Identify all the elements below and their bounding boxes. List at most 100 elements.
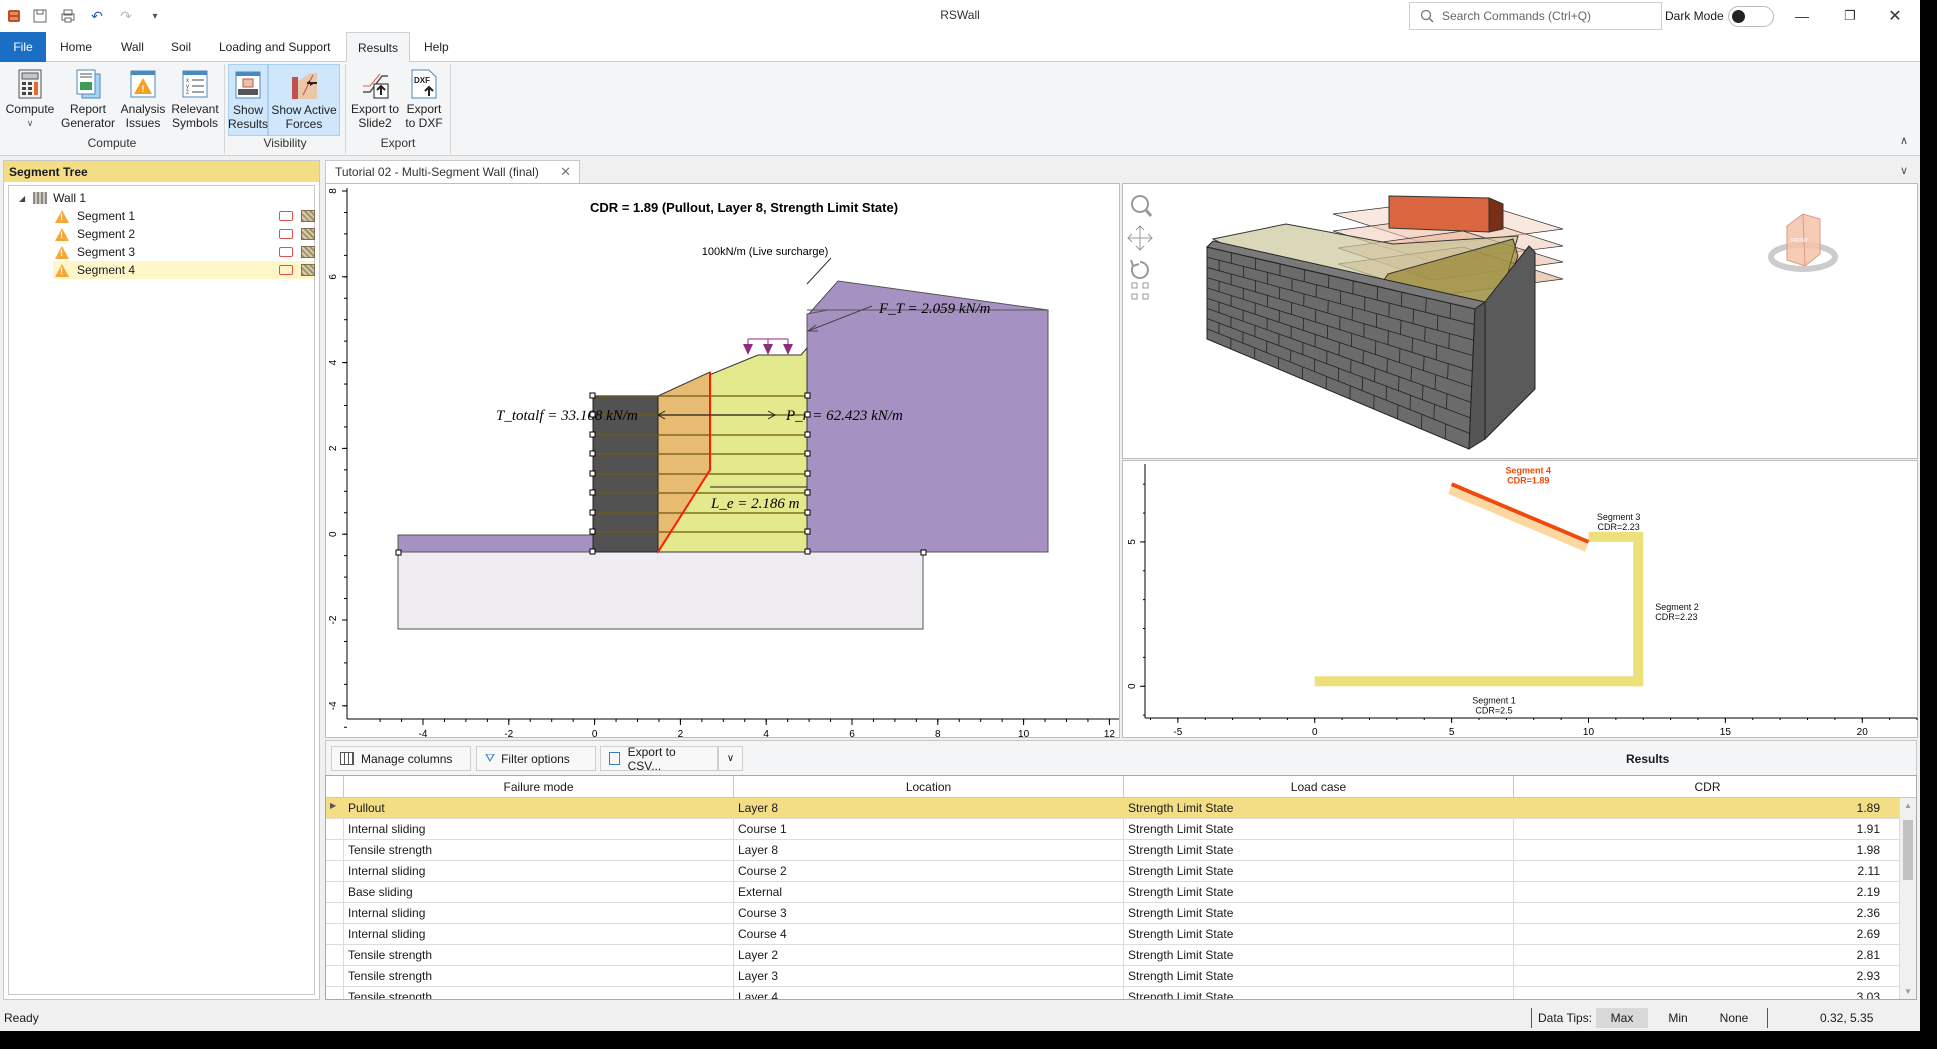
search-commands-input[interactable]: Search Commands (Ctrl+Q) — [1409, 2, 1662, 30]
tree-item-segment-1[interactable]: Segment 1 — [9, 207, 315, 225]
row-header[interactable] — [326, 840, 343, 860]
table-row[interactable]: Internal sliding Course 1 Strength Limit S… — [326, 819, 1899, 840]
export-to-slide2-button[interactable]: Export to Slide2 — [349, 64, 401, 136]
column-load-case[interactable]: Load case — [1123, 776, 1513, 798]
column-failure-mode[interactable]: Failure mode — [343, 776, 733, 798]
dark-mode-toggle[interactable] — [1728, 6, 1774, 27]
save-icon[interactable] — [30, 6, 50, 26]
rotate-icon[interactable] — [1130, 259, 1149, 279]
ribbon-tabs: File Home Wall Soil Loading and Support … — [0, 32, 1920, 63]
redo-icon[interactable]: ↷ — [116, 6, 136, 26]
cell-cdr: 2.93 — [1513, 966, 1884, 986]
export-dropdown-button[interactable]: ∨ — [718, 746, 743, 771]
3d-view[interactable]: FRONT — [1122, 183, 1918, 459]
scroll-down-icon[interactable]: ▼ — [1904, 987, 1912, 996]
column-location[interactable]: Location — [733, 776, 1123, 798]
table-row[interactable]: ▶ Pullout Layer 8 Strength Limit State 1.89 — [326, 798, 1899, 819]
zoom-extents-icon[interactable] — [1131, 282, 1149, 300]
analysis-label-line2: Issues — [125, 116, 161, 130]
close-window-button[interactable]: ✕ — [1872, 4, 1918, 28]
close-tab-icon[interactable]: ✕ — [560, 164, 571, 180]
plan-view[interactable]: -5 0 5 10 15 20 0 5 Segment 1 CDR=2.5 Segment 2 CD… — [1122, 460, 1918, 738]
segment-1[interactable]: Segment 1CDR=2.5 — [1314, 676, 1644, 715]
restore-button[interactable]: ❐ — [1827, 4, 1873, 28]
view-cube[interactable]: FRONT — [1768, 213, 1838, 272]
table-row[interactable]: Tensile strength Layer 3 Strength Limit St… — [326, 966, 1899, 987]
show-active-forces-button[interactable]: Show Active Forces — [268, 64, 340, 136]
tab-wall[interactable]: Wall — [111, 32, 154, 62]
compute-button[interactable]: Compute ∨ — [3, 64, 57, 136]
data-tips-none[interactable]: None — [1708, 1008, 1760, 1028]
table-row[interactable]: Internal sliding Course 2 Strength Limit S… — [326, 861, 1899, 882]
tab-home[interactable]: Home — [50, 32, 102, 62]
tree-item-segment-2[interactable]: Segment 2 — [9, 225, 315, 243]
tab-help[interactable]: Help — [414, 32, 459, 62]
svg-text:z: z — [186, 90, 189, 96]
filter-options-button[interactable]: ⛛ Filter options — [476, 746, 596, 771]
table-row[interactable]: Internal sliding Course 3 Strength Limit S… — [326, 903, 1899, 924]
tree-item-segment-3[interactable]: Segment 3 — [9, 243, 315, 261]
y-tick-label: 0 — [1127, 683, 1138, 689]
tab-file[interactable]: File — [0, 32, 46, 62]
expand-arrow-icon[interactable]: ◢ — [19, 194, 25, 203]
row-header[interactable] — [326, 882, 343, 902]
export-csv-button[interactable]: Export to CSV... — [600, 745, 718, 773]
foundation-soil[interactable] — [397, 551, 924, 630]
collapse-ribbon-icon[interactable]: ∧ — [1900, 134, 1908, 147]
segment-2[interactable]: Segment 2CDR=2.23 — [1633, 541, 1699, 687]
tree-item-wall[interactable]: ◢ Wall 1 — [9, 189, 314, 207]
relevant-symbols-button[interactable]: xyz Relevant Symbols — [169, 64, 221, 136]
document-tab[interactable]: Tutorial 02 - Multi-Segment Wall (final)… — [325, 160, 580, 183]
customize-toolbar-icon[interactable]: ▾ — [145, 6, 165, 26]
segment-cdr-label: CDR=2.5 — [1475, 705, 1512, 715]
table-row[interactable]: Tensile strength Layer 8 Strength Limit St… — [326, 840, 1899, 861]
tab-list-dropdown-icon[interactable]: ∨ — [1900, 164, 1908, 177]
table-row[interactable]: Internal sliding Course 4 Strength Limit S… — [326, 924, 1899, 945]
section-view[interactable]: 8 6 4 2 0 -2 -4 -4 -2 0 2 4 6 8 10 12 CDR = 1.89 (Pull… — [325, 183, 1121, 740]
cell-mode: Tensile strength — [343, 945, 733, 965]
export-to-dxf-button[interactable]: DXF Export to DXF — [402, 64, 446, 136]
surcharge-load[interactable] — [743, 338, 793, 355]
app-logo-icon — [4, 6, 24, 26]
segment-4[interactable]: Segment 4CDR=1.89 — [1448, 466, 1590, 552]
scroll-up-icon[interactable]: ▲ — [1904, 801, 1912, 810]
tree-item-segment-4[interactable]: Segment 4 — [53, 261, 315, 279]
zoom-icon[interactable] — [1131, 195, 1153, 217]
row-header[interactable] — [326, 903, 343, 923]
section-view-canvas[interactable]: 8 6 4 2 0 -2 -4 -4 -2 0 2 4 6 8 10 12 CDR = 1.89 (Pull… — [326, 184, 1121, 740]
table-row[interactable]: Tensile strength Layer 2 Strength Limit St… — [326, 945, 1899, 966]
table-row[interactable]: Tensile strength Layer 4 Strength Limit St… — [326, 987, 1899, 999]
table-scrollbar[interactable]: ▲ ▼ — [1899, 798, 1916, 999]
manage-columns-button[interactable]: Manage columns — [331, 746, 471, 771]
scrollbar-thumb[interactable] — [1903, 820, 1913, 880]
tab-loading-and-support[interactable]: Loading and Support — [209, 32, 340, 62]
row-header[interactable] — [326, 966, 343, 986]
segment-3[interactable]: Segment 3CDR=2.23 — [1588, 512, 1644, 542]
row-header[interactable] — [326, 945, 343, 965]
minimize-button[interactable]: — — [1779, 4, 1825, 28]
filter-options-label: Filter options — [501, 751, 570, 766]
row-header[interactable] — [326, 861, 343, 881]
tab-results[interactable]: Results — [346, 32, 410, 63]
row-header[interactable] — [326, 987, 343, 999]
data-tips-min[interactable]: Min — [1652, 1008, 1704, 1028]
print-icon[interactable] — [58, 6, 78, 26]
toe-soil[interactable] — [397, 534, 594, 553]
undo-icon[interactable]: ↶ — [87, 6, 107, 26]
3d-view-canvas[interactable]: FRONT — [1123, 184, 1919, 460]
row-pointer-icon[interactable]: ▶ — [326, 798, 343, 818]
pan-icon[interactable] — [1127, 225, 1153, 251]
row-header[interactable] — [326, 819, 343, 839]
column-cdr[interactable]: CDR — [1513, 776, 1901, 798]
plan-view-chart[interactable]: -5 0 5 10 15 2005 Segment 1CDR=2.5Segment 2CD… — [1123, 461, 1919, 739]
y-tick-label: -4 — [328, 701, 339, 710]
analysis-issues-button[interactable]: ! Analysis Issues — [119, 64, 167, 136]
table-row[interactable]: Base sliding External Strength Limit State… — [326, 882, 1899, 903]
vertex-node — [804, 509, 811, 516]
show-results-button[interactable]: Show Results — [228, 64, 268, 136]
cell-load-case: Strength Limit State — [1123, 798, 1513, 818]
report-generator-button[interactable]: Report Generator — [60, 64, 116, 136]
data-tips-max[interactable]: Max — [1596, 1008, 1648, 1028]
row-header[interactable] — [326, 924, 343, 944]
tab-soil[interactable]: Soil — [161, 32, 201, 62]
